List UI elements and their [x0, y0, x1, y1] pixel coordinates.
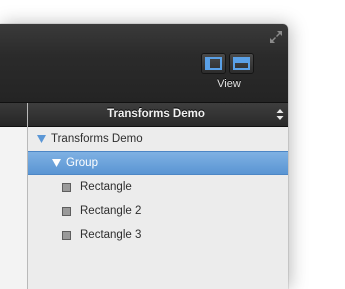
rectangle-icon: [62, 231, 71, 240]
left-panel-layout-button[interactable]: [202, 54, 225, 73]
view-control: View: [202, 54, 256, 98]
tree-row-label: Rectangle 3: [80, 229, 142, 241]
disclosure-triangle-icon[interactable]: [52, 159, 61, 167]
tree-row-label: Rectangle 2: [80, 205, 142, 217]
document-popup-button[interactable]: Transforms Demo: [28, 103, 288, 127]
layer-tree: Transforms Demo Group Rectangle Rectangl…: [28, 127, 288, 247]
tree-row-rectangle-3[interactable]: Rectangle 3: [28, 223, 288, 247]
view-label: View: [217, 78, 241, 90]
tree-row-label: Rectangle: [80, 181, 132, 193]
app-window: View Transforms Demo Transforms Demo Gro…: [0, 24, 288, 289]
rectangle-icon: [62, 207, 71, 216]
content-area: Transforms Demo Transforms Demo Group Re…: [0, 103, 288, 289]
tree-row-transforms-demo[interactable]: Transforms Demo: [28, 127, 288, 151]
tree-row-rectangle-2[interactable]: Rectangle 2: [28, 199, 288, 223]
tree-row-rectangle[interactable]: Rectangle: [28, 175, 288, 199]
tree-row-group[interactable]: Group: [28, 151, 288, 175]
inspector-pane: Transforms Demo Transforms Demo Group Re…: [28, 103, 288, 289]
pane-header-title: Transforms Demo: [107, 108, 205, 120]
top-panel-layout-button[interactable]: [230, 54, 253, 73]
rectangle-icon: [62, 183, 71, 192]
left-pane: [0, 103, 28, 289]
fullscreen-expand-icon[interactable]: [269, 30, 283, 44]
tree-row-label: Transforms Demo: [51, 133, 143, 145]
disclosure-triangle-icon[interactable]: [37, 135, 46, 143]
popup-arrows-icon: [276, 109, 284, 120]
toolbar: View: [0, 24, 288, 103]
tree-row-label: Group: [66, 157, 98, 169]
left-pane-header: [0, 103, 27, 127]
